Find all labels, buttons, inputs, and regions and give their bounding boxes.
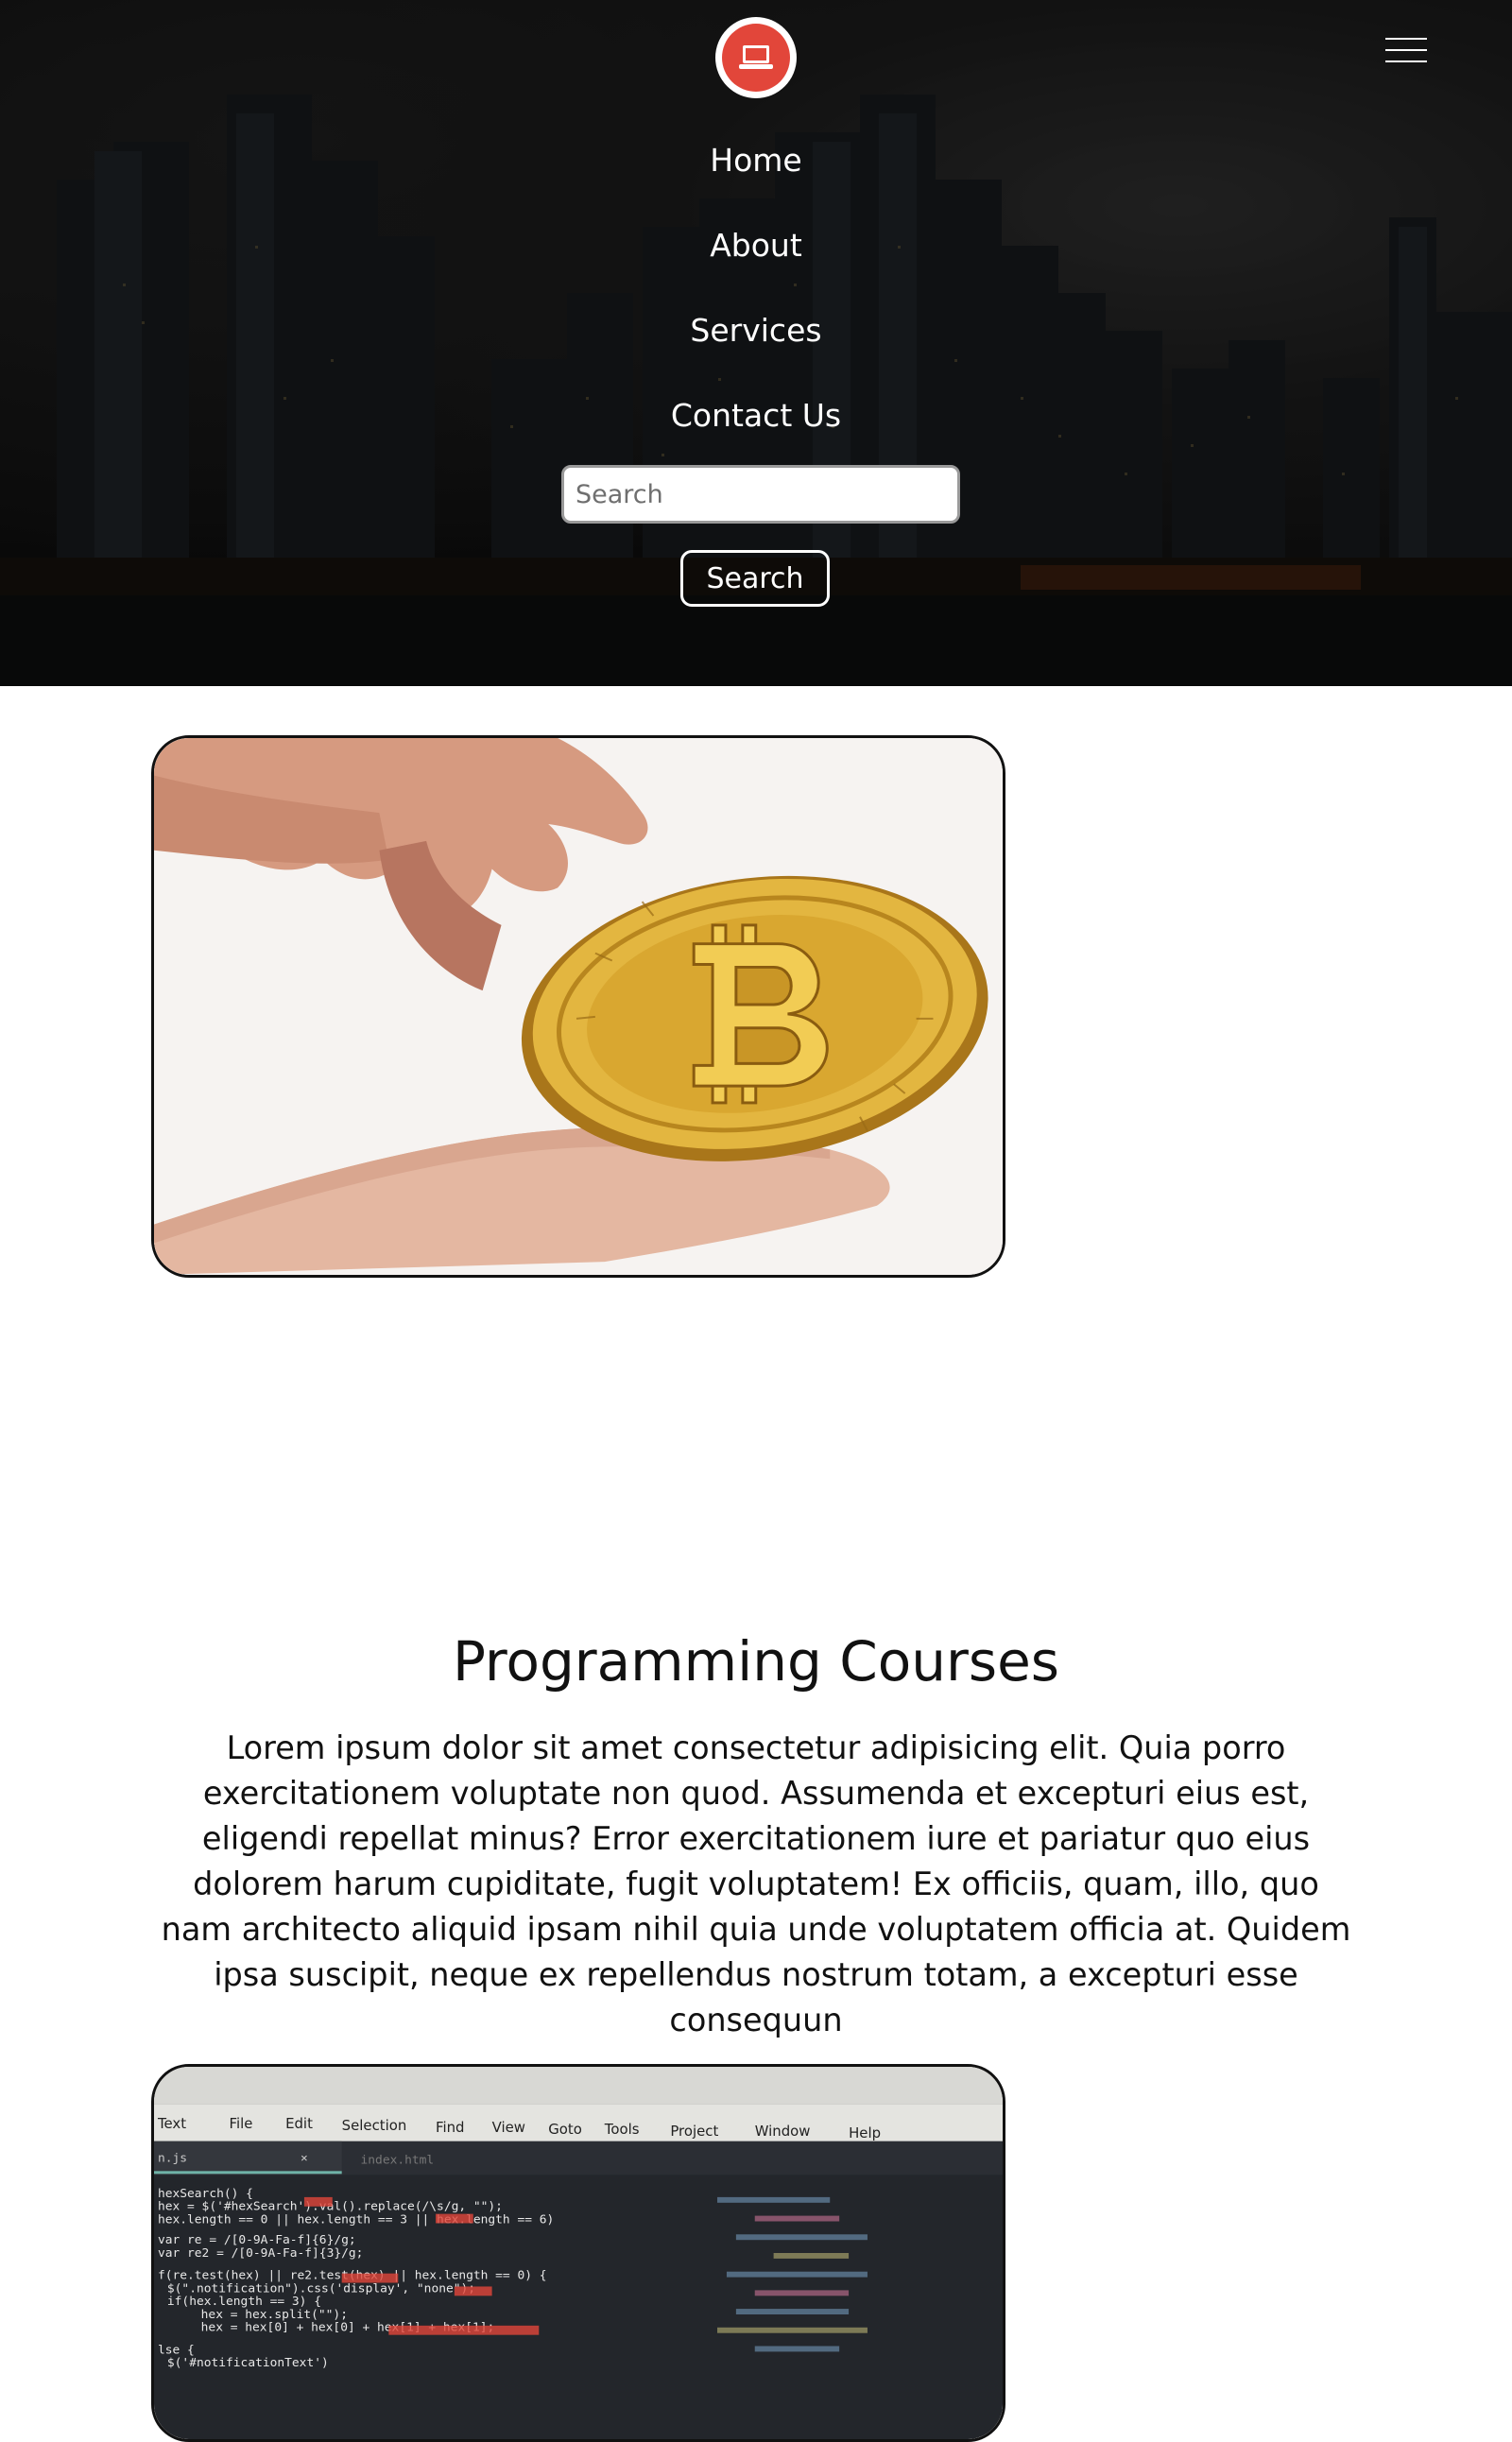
code-image-card: Text File Edit Selection Find View Goto …	[151, 2064, 1005, 2442]
svg-text:$('#notificationText'): $('#notificationText')	[167, 2356, 329, 2370]
svg-text:Project: Project	[670, 2124, 718, 2140]
hand-holding-bitcoin-image	[154, 738, 1003, 1275]
svg-text:lse {: lse {	[158, 2343, 195, 2357]
svg-text:Help: Help	[849, 2125, 881, 2141]
svg-text:if(hex.length == 3) {: if(hex.length == 3) {	[167, 2295, 321, 2309]
svg-text:Tools: Tools	[604, 2122, 640, 2138]
svg-text:Find: Find	[436, 2120, 465, 2136]
svg-text:var re2 = /[0-9A-Fa-f]{3}/g;: var re2 = /[0-9A-Fa-f]{3}/g;	[158, 2246, 363, 2261]
main-nav: Home About Services Contact Us	[0, 142, 1512, 482]
svg-text:×: ×	[301, 2152, 308, 2166]
svg-text:hex = hex.split("");: hex = hex.split("");	[201, 2308, 348, 2322]
search-button[interactable]: Search	[680, 550, 830, 607]
svg-text:var re = /[0-9A-Fa-f]{6}/g;: var re = /[0-9A-Fa-f]{6}/g;	[158, 2233, 356, 2247]
svg-text:Goto: Goto	[548, 2122, 582, 2138]
svg-text:Text: Text	[157, 2116, 186, 2132]
svg-text:$(".notification").css('displa: $(".notification").css('display', "none"…	[167, 2281, 475, 2296]
search-input[interactable]	[561, 465, 960, 524]
svg-text:n.js: n.js	[158, 2152, 187, 2166]
nav-link-home[interactable]: Home	[710, 142, 801, 180]
svg-text:Window: Window	[755, 2124, 811, 2140]
svg-text:Selection: Selection	[342, 2118, 407, 2134]
nav-link-contact-us[interactable]: Contact Us	[671, 397, 841, 435]
bitcoin-image-card	[151, 735, 1005, 1278]
hamburger-line	[1385, 60, 1427, 62]
svg-text:hexSearch() {: hexSearch() {	[158, 2187, 253, 2201]
nav-link-about[interactable]: About	[710, 227, 802, 265]
svg-text:File: File	[229, 2116, 252, 2132]
section-description: Lorem ipsum dolor sit amet consectetur a…	[161, 1729, 1351, 2038]
svg-text:Edit: Edit	[285, 2116, 313, 2132]
nav-link-services[interactable]: Services	[690, 312, 821, 350]
logo-badge	[722, 24, 790, 92]
svg-text:View: View	[492, 2120, 525, 2136]
site-logo[interactable]	[715, 17, 797, 98]
svg-text:index.html: index.html	[361, 2153, 435, 2167]
svg-text:hex.length == 0 || hex.length: hex.length == 0 || hex.length == 3 || he…	[158, 2213, 554, 2227]
laptop-icon	[739, 45, 773, 69]
hamburger-menu-icon[interactable]	[1385, 38, 1427, 62]
hamburger-line	[1385, 49, 1427, 51]
code-editor-screen-image: Text File Edit Selection Find View Goto …	[154, 2067, 1003, 2439]
hamburger-line	[1385, 38, 1427, 40]
section-title: Programming Courses	[452, 1629, 1060, 1694]
hero-header: Home About Services Contact Us Search	[0, 0, 1512, 686]
